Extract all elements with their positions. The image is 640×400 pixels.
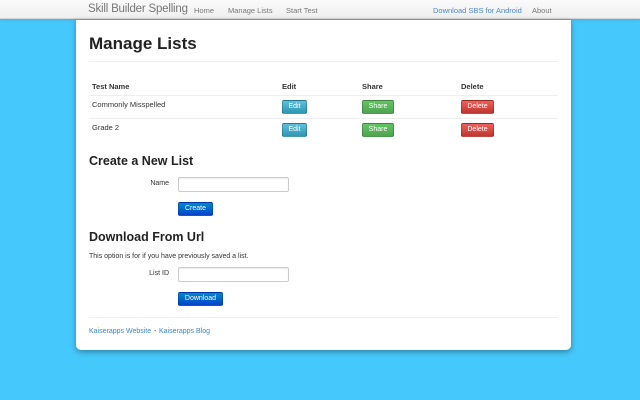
brand-title[interactable]: Skill Builder Spelling <box>88 3 188 15</box>
row-test-name: Commonly Misspelled <box>92 100 166 109</box>
col-header-share: Share <box>362 82 383 91</box>
footer-separator: - <box>154 328 157 335</box>
footer-website-link[interactable]: Kaiserapps Website <box>89 328 151 335</box>
main-card: Manage Lists Test Name Edit Share Delete… <box>76 20 571 350</box>
title-divider <box>89 61 558 62</box>
nav-download-android[interactable]: Download SBS for Android <box>433 6 522 15</box>
nav-home[interactable]: Home <box>194 6 214 15</box>
delete-button[interactable]: Delete <box>461 123 494 137</box>
edit-button[interactable]: Edit <box>282 123 307 137</box>
footer-divider <box>89 317 558 318</box>
nav-about[interactable]: About <box>532 6 552 15</box>
download-section-title: Download From Url <box>89 230 205 244</box>
share-button[interactable]: Share <box>362 123 394 137</box>
footer-blog-link[interactable]: Kaiserapps Blog <box>159 328 210 335</box>
create-button[interactable]: Create <box>178 202 213 216</box>
table-row-divider <box>89 118 558 119</box>
list-id-label: List ID <box>149 270 169 277</box>
name-label: Name <box>150 180 169 187</box>
share-button[interactable]: Share <box>362 100 394 114</box>
col-header-test-name: Test Name <box>92 82 130 91</box>
top-navbar: Skill Builder Spelling Home Manage Lists… <box>0 0 640 19</box>
delete-button[interactable]: Delete <box>461 100 494 114</box>
nav-start-test[interactable]: Start Test <box>286 6 318 15</box>
col-header-edit: Edit <box>282 82 297 91</box>
list-id-input[interactable] <box>178 267 289 282</box>
table-row-divider <box>89 95 558 96</box>
download-help-text: This option is for if you have previousl… <box>89 253 249 260</box>
col-header-delete: Delete <box>461 82 484 91</box>
nav-manage-lists[interactable]: Manage Lists <box>228 6 273 15</box>
create-section-title: Create a New List <box>89 154 194 168</box>
name-input[interactable] <box>178 177 289 192</box>
row-test-name: Grade 2 <box>92 123 120 132</box>
edit-button[interactable]: Edit <box>282 100 307 114</box>
download-button[interactable]: Download <box>178 292 223 306</box>
page-title: Manage Lists <box>89 34 197 53</box>
